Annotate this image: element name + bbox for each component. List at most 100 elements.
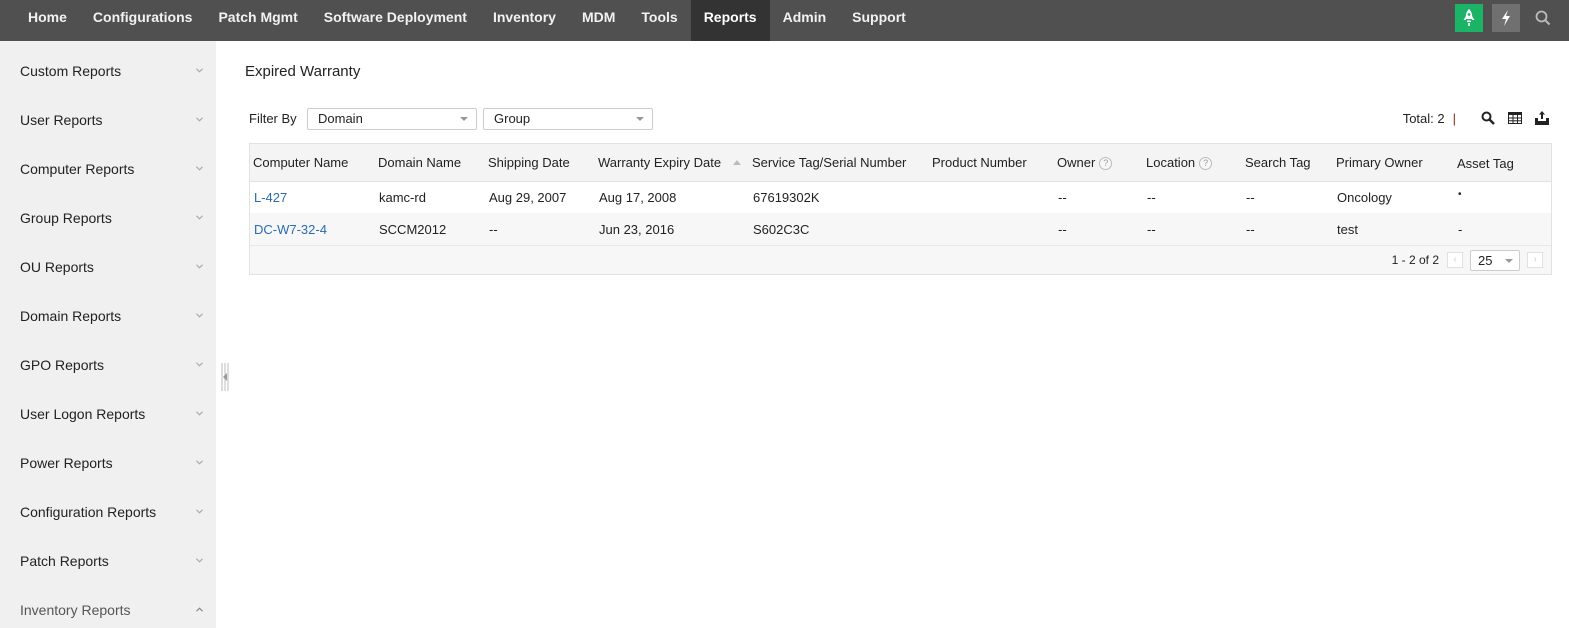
cell-domain-name: kamc-rd	[379, 189, 426, 205]
reports-sidebar: Custom Reports User Reports Computer Rep…	[0, 41, 216, 628]
sidebar-item-gpo-reports[interactable]: GPO Reports	[0, 335, 216, 384]
cell-search-tag: --	[1246, 189, 1255, 205]
dropdown-caret-icon	[1505, 259, 1513, 263]
cell-asset-tag: -	[1458, 221, 1463, 237]
filter-by-label: Filter By	[249, 111, 297, 126]
table-search-button[interactable]	[1479, 109, 1497, 127]
column-label: Search Tag	[1245, 154, 1311, 170]
previous-page-button[interactable]: ‹	[1447, 252, 1463, 268]
sidebar-item-group-reports[interactable]: Group Reports	[0, 188, 216, 237]
help-icon[interactable]: ?	[1099, 156, 1113, 170]
sidebar-item-patch-reports[interactable]: Patch Reports	[0, 531, 216, 580]
cell-computer-name: DC-W7-32-4	[250, 213, 375, 245]
sidebar-item-label: Computer Reports	[20, 161, 135, 177]
page-title: Expired Warranty	[245, 63, 361, 80]
asset-tag-value: •	[1458, 188, 1462, 200]
column-header-search-tag[interactable]: Search Tag	[1242, 144, 1333, 181]
cell-product-number	[929, 213, 1054, 245]
total-count: Total: 2	[1402, 110, 1445, 126]
tab-mdm[interactable]: MDM	[569, 0, 628, 41]
domain-filter-select[interactable]: Domain	[307, 108, 477, 130]
sidebar-item-label: User Reports	[20, 112, 103, 128]
chevron-down-icon	[196, 264, 203, 269]
export-icon	[1535, 111, 1549, 125]
sidebar-item-custom-reports[interactable]: Custom Reports	[0, 41, 216, 90]
sidebar-item-configuration-reports[interactable]: Configuration Reports	[0, 482, 216, 531]
computer-link[interactable]: DC-W7-32-4	[254, 222, 327, 237]
sidebar-item-inventory-reports[interactable]: Inventory Reports	[0, 580, 216, 628]
cell-primary-owner: Oncology	[1337, 189, 1392, 205]
tab-software-deployment[interactable]: Software Deployment	[311, 0, 480, 41]
chevron-down-icon	[196, 166, 203, 171]
export-button[interactable]	[1533, 109, 1551, 127]
column-chooser-button[interactable]	[1506, 109, 1524, 127]
sidebar-item-computer-reports[interactable]: Computer Reports	[0, 139, 216, 188]
column-label: Shipping Date	[488, 154, 570, 170]
cell-asset-tag: •	[1454, 181, 1551, 213]
table-row: DC-W7-32-4 SCCM2012 -- Jun 23, 2016 S602…	[250, 213, 1551, 245]
sidebar-item-label: Domain Reports	[20, 308, 122, 324]
quick-launch-button[interactable]	[1455, 4, 1483, 32]
chevron-down-icon	[196, 362, 203, 367]
table-row: L-427 kamc-rd Aug 29, 2007 Aug 17, 2008 …	[250, 181, 1551, 213]
page-size-select[interactable]: 25	[1470, 250, 1520, 271]
cell-warranty-expiry-date: Aug 17, 2008	[599, 189, 677, 205]
group-filter-select[interactable]: Group	[483, 108, 653, 130]
column-header-computer-name[interactable]: Computer Name	[250, 144, 375, 181]
chevron-up-icon	[196, 607, 203, 612]
sidebar-item-power-reports[interactable]: Power Reports	[0, 433, 216, 482]
chevron-down-icon	[196, 558, 203, 563]
tab-configurations[interactable]: Configurations	[80, 0, 206, 41]
toolbar-separator: |	[1452, 110, 1456, 126]
sort-ascending-icon	[733, 159, 742, 165]
tab-admin[interactable]: Admin	[770, 0, 840, 41]
next-page-button[interactable]: ›	[1527, 252, 1543, 268]
chevron-down-icon	[196, 117, 203, 122]
tab-patch-mgmt[interactable]: Patch Mgmt	[205, 0, 310, 41]
column-header-primary-owner[interactable]: Primary Owner	[1333, 144, 1454, 181]
page-size-value: 25	[1478, 253, 1493, 268]
column-header-owner[interactable]: Owner?	[1054, 144, 1143, 181]
dropdown-caret-icon	[460, 117, 468, 121]
help-icon[interactable]: ?	[1199, 156, 1213, 170]
column-header-service-tag[interactable]: Service Tag/Serial Number	[749, 144, 929, 181]
chevron-down-icon	[196, 411, 203, 416]
column-header-shipping-date[interactable]: Shipping Date	[485, 144, 595, 181]
sidebar-item-label: Custom Reports	[20, 63, 122, 79]
global-search-button[interactable]	[1529, 4, 1557, 32]
sidebar-item-label: OU Reports	[20, 259, 94, 275]
column-header-product-number[interactable]: Product Number	[929, 144, 1054, 181]
cell-location: --	[1147, 221, 1156, 237]
tab-tools[interactable]: Tools	[628, 0, 690, 41]
chevron-down-icon	[196, 460, 203, 465]
cell-owner: --	[1058, 221, 1067, 237]
sidebar-item-user-reports[interactable]: User Reports	[0, 90, 216, 139]
quick-actions-button[interactable]	[1492, 4, 1520, 32]
column-header-warranty-expiry-date[interactable]: Warranty Expiry Date	[595, 144, 749, 181]
column-label: Primary Owner	[1336, 154, 1423, 170]
column-label: Product Number	[932, 154, 1027, 170]
lightning-icon	[1502, 10, 1510, 26]
main-tabs: Home Configurations Patch Mgmt Software …	[15, 0, 919, 41]
domain-filter-value: Domain	[318, 111, 363, 126]
computer-link[interactable]: L-427	[254, 190, 287, 205]
tab-reports[interactable]: Reports	[690, 0, 770, 41]
sidebar-item-ou-reports[interactable]: OU Reports	[0, 237, 216, 286]
sidebar-item-domain-reports[interactable]: Domain Reports	[0, 286, 216, 335]
sidebar-item-label: Configuration Reports	[20, 504, 157, 520]
column-header-domain-name[interactable]: Domain Name	[375, 144, 485, 181]
column-header-asset-tag[interactable]: Asset Tag	[1454, 144, 1551, 181]
pagination-bar: 1 - 2 of 2 ‹ 25 ›	[250, 245, 1551, 274]
tab-support[interactable]: Support	[839, 0, 919, 41]
tab-home[interactable]: Home	[15, 0, 80, 41]
table-header-row: Computer Name Domain Name Shipping Date …	[250, 144, 1551, 181]
column-header-location[interactable]: Location?	[1143, 144, 1242, 181]
cell-shipping-date: Aug 29, 2007	[489, 189, 567, 205]
column-label: Owner	[1057, 154, 1096, 170]
tab-inventory[interactable]: Inventory	[480, 0, 569, 41]
cell-owner: --	[1058, 189, 1067, 205]
sidebar-item-label: GPO Reports	[20, 357, 105, 373]
sidebar-item-user-logon-reports[interactable]: User Logon Reports	[0, 384, 216, 433]
rocket-icon	[1463, 9, 1475, 26]
column-label: Domain Name	[378, 154, 462, 170]
